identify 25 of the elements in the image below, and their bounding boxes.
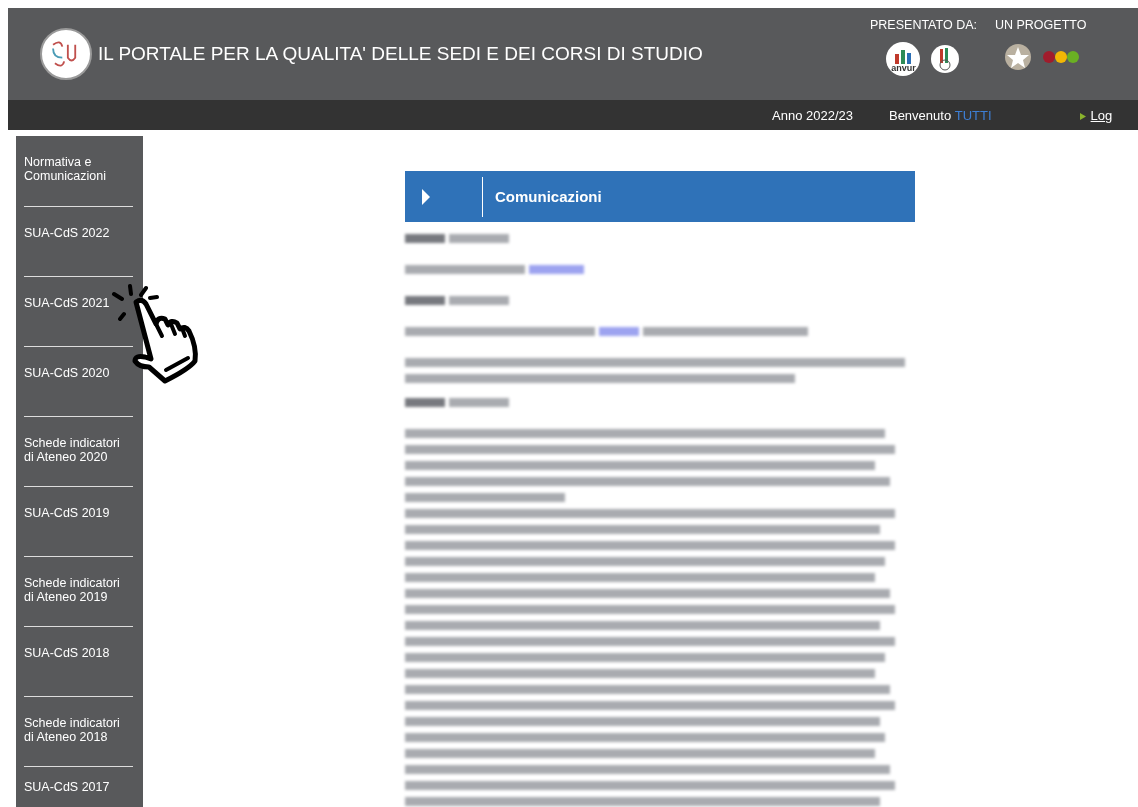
sidebar-item[interactable]: Schede indicatori di Ateneo 2018 [24, 697, 133, 767]
ministry-logo [1042, 49, 1079, 65]
welcome-text: Benvenuto [888, 107, 952, 123]
anvur-logo: anvur [886, 42, 921, 76]
arrow-icon [422, 188, 430, 205]
user-name: TUTTI [954, 107, 992, 123]
sidebar-item[interactable]: SUA-CdS 2017 [24, 767, 133, 807]
sidebar-item[interactable]: Schede indicatori di Ateneo 2020 [24, 417, 133, 487]
sidebar-item[interactable]: SUA-CdS 2021 [24, 277, 133, 347]
sidebar-item[interactable]: SUA-CdS 2019 [24, 487, 133, 557]
sidebar-item[interactable]: SUA-CdS 2020 [24, 347, 133, 417]
presented-by-label: PRESENTATO DA: [870, 18, 977, 32]
portal-title: IL PORTALE PER LA QUALITA' DELLE SEDI E DEI CORSI DI STUDIO [98, 43, 703, 65]
section-title: Comunicazioni [495, 188, 602, 205]
sidebar-item[interactable]: Schede indicatori di Ateneo 2019 [24, 557, 133, 627]
sidebar-item[interactable]: Normativa e Comunicazioni [24, 136, 133, 207]
project-label: UN PROGETTO [994, 18, 1087, 32]
sidebar-item[interactable]: SUA-CdS 2022 [24, 207, 133, 277]
triangle-icon [1079, 112, 1086, 120]
portal-logo [40, 28, 92, 80]
emblem-icon [1002, 42, 1033, 72]
agency-logo [930, 44, 961, 74]
login-link[interactable]: Log [1090, 107, 1113, 123]
sidebar-item[interactable]: SUA-CdS 2018 [24, 627, 133, 697]
academic-year: Anno 2022/23 [772, 107, 853, 123]
